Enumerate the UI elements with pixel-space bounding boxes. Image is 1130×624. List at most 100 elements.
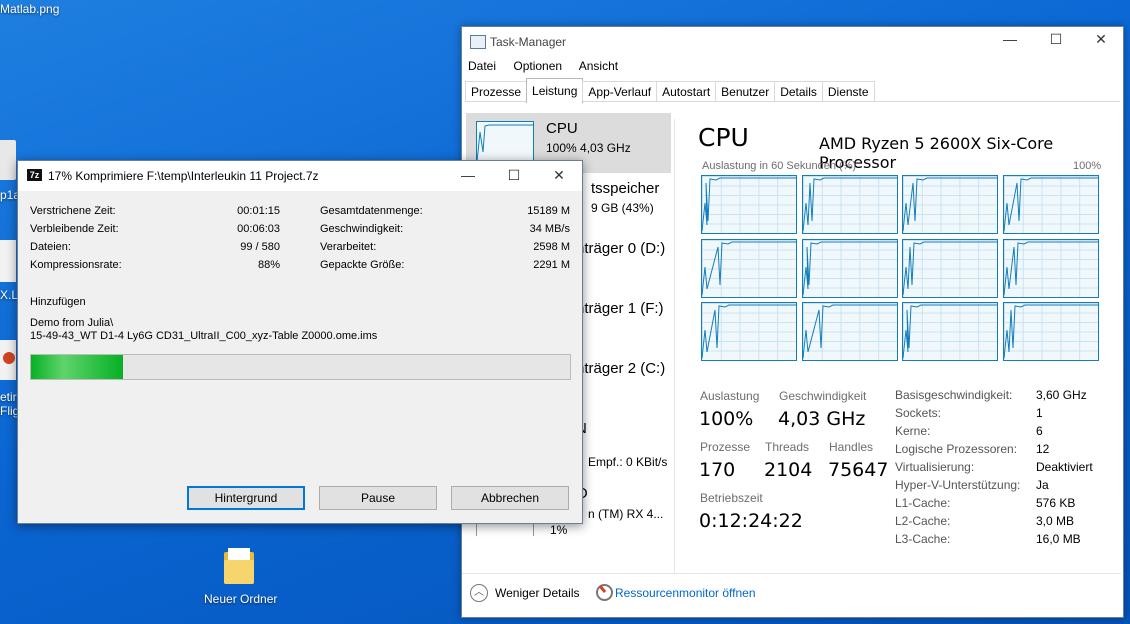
desktop-icon-2[interactable]	[0, 240, 16, 282]
core-graph	[1002, 302, 1099, 361]
tab-dienste[interactable]: Dienste	[821, 81, 875, 101]
info-row: L2-Cache: 3,0 MB	[895, 514, 1115, 532]
tab-leistung[interactable]: Leistung	[526, 78, 584, 103]
info-key: Sockets:	[895, 406, 942, 420]
auslastung-label: Auslastung	[700, 389, 760, 403]
tab-details[interactable]: Details	[774, 81, 823, 101]
stat-key: Verarbeitet:	[320, 241, 377, 253]
folder-label[interactable]: Neuer Ordner	[204, 592, 277, 606]
core-graph	[902, 175, 998, 234]
core-trace	[702, 304, 796, 359]
geschwindigkeit-value: 4,03 GHz	[778, 408, 866, 430]
menu-optionen[interactable]: Optionen	[513, 59, 562, 73]
stat-key: Gepackte Größe:	[320, 259, 405, 271]
betriebszeit-label: Betriebszeit	[700, 491, 763, 505]
desktop-icon-3[interactable]	[0, 340, 16, 380]
maximize-button[interactable]: ☐	[1034, 31, 1078, 48]
resource-monitor-icon[interactable]	[596, 584, 613, 601]
handles-label: Handles	[829, 440, 874, 454]
info-row: L3-Cache: 16,0 MB	[895, 532, 1115, 550]
handles-value: 75647	[828, 459, 889, 481]
stats-right: Gesamtdatenmenge: 15189 M Geschwindigkeit:…	[320, 205, 570, 277]
tab-bar: Prozesse Leistung App-Verlauf Autostart …	[465, 78, 1120, 103]
sidebar-disk1-label: nträger 1 (F:)	[576, 300, 664, 317]
sidebar-gpu-usage: 1%	[550, 523, 568, 537]
tab-prozesse[interactable]: Prozesse	[465, 81, 528, 101]
minimize-button[interactable]: —	[988, 31, 1032, 47]
stat-value: 15189 M	[527, 205, 570, 217]
desktop-icon-1[interactable]	[0, 140, 16, 180]
background-button[interactable]: Hintergrund	[187, 486, 305, 510]
stat-key: Gesamtdatenmenge:	[320, 205, 423, 217]
info-row: Kerne: 6	[895, 424, 1115, 442]
desktop-label-3[interactable]: etir	[0, 390, 17, 404]
stat-row: Gesamtdatenmenge: 15189 M	[320, 205, 570, 223]
stat-key: Kompressionsrate:	[30, 259, 122, 271]
info-row: Hyper-V-Unterstützung: Ja	[895, 478, 1115, 496]
info-key: Logische Prozessoren:	[895, 442, 1018, 456]
tab-app-verlauf[interactable]: App-Verlauf	[582, 81, 658, 101]
core-graph	[801, 302, 898, 361]
stat-row: Kompressionsrate: 88%	[30, 259, 280, 277]
core-graph	[1002, 238, 1099, 298]
info-value: Ja	[1036, 478, 1049, 492]
stat-value: 34 MB/s	[529, 223, 570, 235]
info-key: Virtualisierung:	[895, 460, 975, 474]
core-graph	[701, 175, 797, 234]
dialog-maximize-button[interactable]: ☐	[492, 167, 536, 184]
core-graph	[902, 302, 998, 361]
progress-fill	[31, 355, 123, 379]
stat-key: Verbleibende Zeit:	[30, 223, 119, 235]
info-value: 576 KB	[1036, 496, 1076, 510]
graph-max: 100%	[1073, 160, 1102, 172]
gpu-thumbnail	[476, 523, 534, 536]
dialog-titlebar[interactable]: 7z 17% Komprimiere F:\temp\Interleukin 1…	[18, 161, 582, 191]
core-trace	[802, 304, 897, 359]
dialog-close-button[interactable]: ✕	[537, 167, 581, 184]
info-row: L1-Cache: 576 KB	[895, 496, 1115, 514]
info-key: L3-Cache:	[895, 532, 951, 546]
stat-value: 00:01:15	[237, 205, 280, 217]
close-button[interactable]: ✕	[1079, 31, 1123, 48]
threads-label: Threads	[765, 440, 810, 454]
cancel-button[interactable]: Abbrechen	[451, 486, 569, 510]
info-value: 6	[1036, 424, 1043, 438]
stat-value: 99 / 580	[240, 241, 280, 253]
info-key: L2-Cache:	[895, 514, 951, 528]
current-file-name: 15-49-43_WT D1-4 Ly6G CD31_UltraII_C00_x…	[30, 330, 378, 342]
core-trace	[702, 177, 796, 232]
tab-autostart[interactable]: Autostart	[656, 81, 717, 101]
dialog-title: 17% Komprimiere F:\temp\Interleukin 11 P…	[48, 169, 319, 183]
dialog-minimize-button[interactable]: —	[446, 167, 490, 183]
core-trace	[903, 177, 997, 232]
taskmgr-title: Task-Manager	[490, 35, 567, 49]
cpu-heading: CPU	[698, 123, 749, 152]
menu-ansicht[interactable]: Ansicht	[579, 59, 618, 73]
less-details-link[interactable]: Weniger Details	[495, 586, 579, 600]
info-value: 16,0 MB	[1036, 532, 1081, 546]
sidebar-memory-sub: 9 GB (43%)	[591, 201, 654, 215]
compression-dialog[interactable]: 7z 17% Komprimiere F:\temp\Interleukin 1…	[17, 160, 583, 524]
info-key: Basisgeschwindigkeit:	[895, 388, 1013, 402]
divider	[674, 119, 675, 573]
menubar: Datei Optionen Ansicht	[468, 59, 632, 73]
core-trace	[903, 304, 997, 359]
action-label: Hinzufügen	[30, 296, 86, 308]
stat-key: Geschwindigkeit:	[320, 223, 404, 235]
desktop-label-2[interactable]: X.L	[0, 288, 18, 302]
pause-button[interactable]: Pause	[319, 486, 437, 510]
chevron-up-icon[interactable]: ︿	[470, 584, 488, 602]
info-key: Kerne:	[895, 424, 931, 438]
folder-icon[interactable]	[222, 546, 256, 586]
menu-datei[interactable]: Datei	[468, 59, 496, 73]
stat-value: 2598 M	[533, 241, 570, 253]
core-trace	[903, 241, 997, 295]
core-trace	[1003, 304, 1098, 359]
resource-monitor-link[interactable]: Ressourcenmonitor öffnen	[615, 586, 756, 600]
stat-row: Verbleibende Zeit: 00:06:03	[30, 223, 280, 241]
core-graph	[701, 302, 797, 361]
cpu-core-graphs	[701, 175, 1101, 365]
desktop-file-label[interactable]: Matlab.png	[0, 2, 59, 16]
sidebar-cpu-sub: 100% 4,03 GHz	[546, 141, 631, 155]
tab-benutzer[interactable]: Benutzer	[715, 81, 776, 101]
